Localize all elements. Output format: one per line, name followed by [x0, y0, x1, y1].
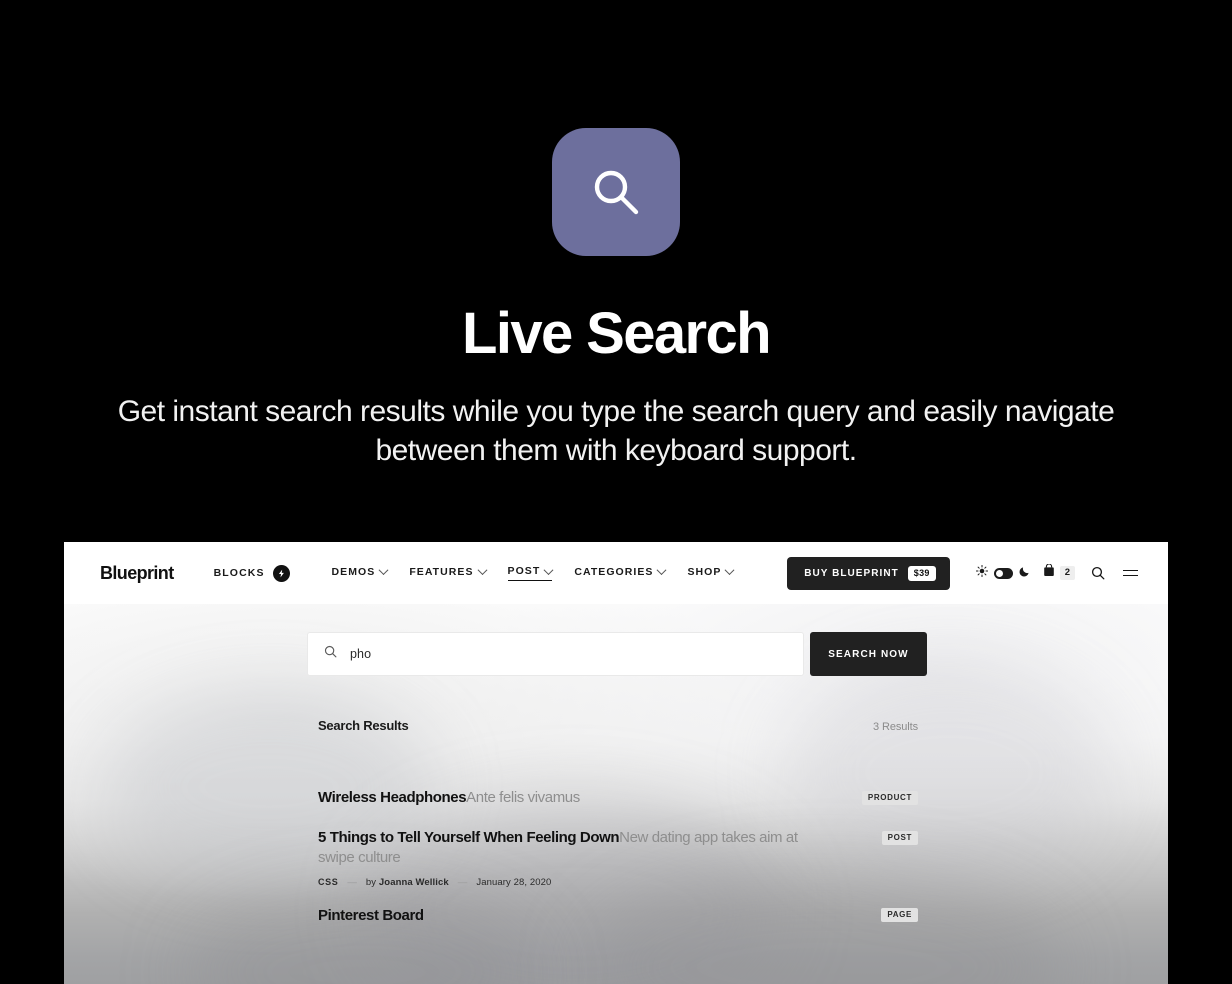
search-result-item[interactable]: Wireless HeadphonesAnte felis vivamus PR… — [318, 788, 918, 808]
buy-button-label: BUY BLUEPRINT — [804, 567, 899, 579]
search-now-button[interactable]: SEARCH NOW — [810, 632, 927, 676]
search-input-wrapper[interactable]: pho — [307, 632, 804, 676]
search-results-list: Wireless HeadphonesAnte felis vivamus PR… — [318, 788, 918, 946]
result-text-line: Wireless HeadphonesAnte felis vivamus — [318, 788, 828, 808]
blocks-link[interactable]: BLOCKS — [213, 564, 290, 582]
result-excerpt: Ante felis vivamus — [466, 789, 580, 806]
chevron-down-icon — [378, 565, 389, 576]
shopping-bag-icon — [1043, 563, 1055, 582]
result-author-name: Joanna Wellick — [378, 876, 449, 888]
search-result-item[interactable]: 5 Things to Tell Yourself When Feeling D… — [318, 828, 918, 888]
result-category[interactable]: CSS — [318, 877, 338, 887]
search-results-header: Search Results 3 Results — [318, 718, 918, 733]
result-meta: CSS — by Joanna Wellick — January 28, 20… — [318, 877, 828, 888]
hero-section: Live Search Get instant search results w… — [0, 0, 1232, 542]
search-input[interactable]: pho — [350, 647, 371, 661]
result-title: Wireless Headphones — [318, 789, 467, 806]
search-now-label: SEARCH NOW — [828, 648, 909, 660]
chevron-down-icon — [477, 565, 487, 576]
result-title: Pinterest Board — [318, 906, 424, 924]
nav-item-shop[interactable]: SHOP — [687, 565, 735, 581]
toggle-knob — [995, 569, 1003, 577]
result-text-line: 5 Things to Tell Yourself When Feeling D… — [318, 828, 828, 868]
sun-icon — [975, 564, 988, 582]
chevron-down-icon — [657, 565, 667, 576]
hamburger-menu-icon[interactable] — [1123, 569, 1138, 577]
cart-button[interactable]: 2 — [1043, 563, 1075, 582]
nav-item-features[interactable]: FEATURES — [409, 565, 487, 581]
result-author: by Joanna Wellick — [365, 876, 449, 888]
nav-label: SHOP — [687, 565, 722, 578]
search-icon[interactable] — [1091, 566, 1105, 580]
nav-label: DEMOS — [331, 565, 376, 578]
search-result-item[interactable]: Pinterest Board PAGE — [318, 906, 918, 926]
buy-blueprint-button[interactable]: BUY BLUEPRINT $39 — [787, 556, 950, 590]
result-type-badge: PRODUCT — [861, 791, 918, 805]
nav-item-post[interactable]: POST — [507, 564, 554, 581]
live-search-bar: pho SEARCH NOW — [307, 632, 927, 676]
result-text-line: Pinterest Board — [318, 906, 828, 926]
hero-subtitle: Get instant search results while you typ… — [117, 395, 1115, 467]
nav-label: POST — [507, 565, 541, 577]
page-title: Live Search — [461, 301, 772, 366]
search-icon — [324, 645, 337, 663]
nav-label: CATEGORIES — [574, 565, 654, 578]
theme-switcher[interactable] — [975, 564, 1031, 582]
nav-item-demos[interactable]: DEMOS — [331, 565, 389, 581]
site-logo[interactable]: Blueprint — [100, 563, 174, 584]
meta-separator: — — [347, 876, 357, 888]
price-badge: $39 — [907, 565, 936, 581]
chevron-down-icon — [725, 565, 735, 576]
result-type-badge: POST — [881, 830, 918, 845]
header-icons: 2 — [975, 563, 1138, 582]
search-results-count: 3 Results — [873, 721, 918, 733]
theme-toggle-switch[interactable] — [993, 567, 1013, 579]
header-right-cluster: BUY BLUEPRINT $39 2 — [787, 556, 1138, 590]
result-title: 5 Things to Tell Yourself When Feeling D… — [318, 828, 620, 846]
search-icon — [585, 161, 647, 223]
search-results-title: Search Results — [318, 718, 409, 733]
page-root: Live Search Get instant search results w… — [0, 0, 1232, 984]
main-navigation: DEMOS FEATURES POST CATEGORIES SHOP — [331, 564, 735, 581]
hero-feature-icon-tile — [552, 128, 680, 256]
site-preview-panel: Blueprint BLOCKS DEMOS FEATURES POST CAT… — [64, 542, 1168, 984]
blocks-label: BLOCKS — [213, 567, 265, 579]
moon-icon — [1019, 564, 1031, 582]
site-header: Blueprint BLOCKS DEMOS FEATURES POST CAT… — [64, 542, 1168, 604]
cart-count-badge: 2 — [1059, 566, 1075, 580]
result-type-badge: PAGE — [881, 907, 918, 922]
meta-separator: — — [457, 876, 468, 888]
result-date: January 28, 2020 — [476, 876, 552, 888]
lightning-bolt-icon — [272, 564, 290, 582]
chevron-down-icon — [543, 564, 554, 575]
nav-item-categories[interactable]: CATEGORIES — [574, 565, 667, 581]
nav-label: FEATURES — [409, 565, 474, 578]
